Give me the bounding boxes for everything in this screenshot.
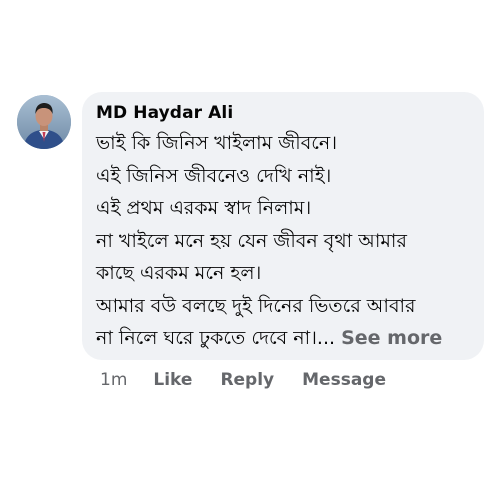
comment-line-last: না নিলে ঘরে ঢুকতে দেবে না।... See more [96, 322, 472, 355]
comment-line-text: না নিলে ঘরে ঢুকতে দেবে না।... [96, 327, 336, 349]
comment-screenshot: MD Haydar Ali ভাই কি জিনিস খাইলাম জীবনে।… [0, 0, 500, 500]
message-button[interactable]: Message [302, 370, 386, 390]
comment-body: ভাই কি জিনিস খাইলাম জীবনে। এই জিনিস জীবন… [96, 127, 472, 355]
comment-line: না খাইলে মনে হয় যেন জীবন বৃথা আমার [96, 229, 407, 252]
comment-line: আমার বউ বলছে দুই দিনের ভিতরে আবার [96, 294, 416, 317]
comment-line: এই প্রথম এরকম স্বাদ নিলাম। [96, 197, 312, 219]
avatar[interactable] [17, 95, 71, 149]
comment-bubble: MD Haydar Ali ভাই কি জিনিস খাইলাম জীবনে।… [82, 92, 484, 360]
reply-button[interactable]: Reply [220, 370, 274, 390]
comment-author[interactable]: MD Haydar Ali [96, 101, 472, 125]
see-more-link[interactable]: See more [341, 327, 442, 349]
comment-actions: 1m Like Reply Message [100, 366, 414, 394]
comment-line: ভাই কি জিনিস খাইলাম জীবনে। [96, 132, 338, 154]
timestamp[interactable]: 1m [100, 370, 127, 390]
like-button[interactable]: Like [153, 370, 192, 390]
comment-line: এই জিনিস জীবনেও দেখি নাই। [96, 164, 332, 187]
profile-photo-icon [17, 95, 71, 149]
comment-line: কাছে এরকম মনে হল। [96, 262, 262, 284]
